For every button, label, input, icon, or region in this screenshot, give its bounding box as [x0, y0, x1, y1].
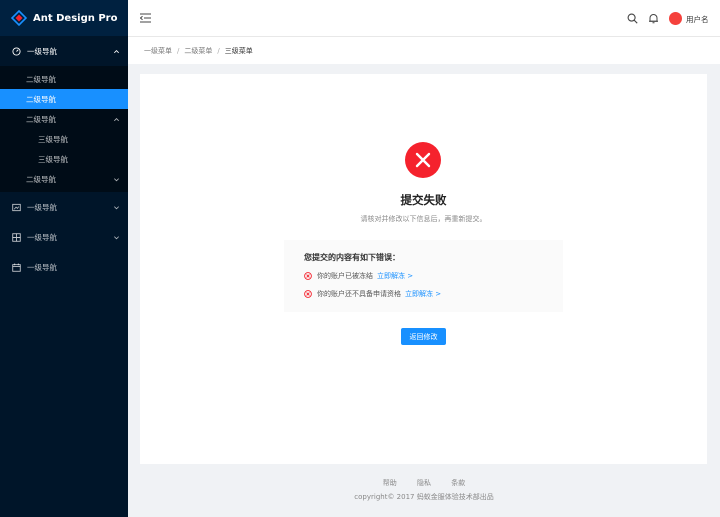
sidebar-item-level2-collapsed[interactable]: 二级导航 [0, 169, 128, 189]
error-circle-icon [304, 272, 312, 280]
sidebar-item-label: 一级导航 [27, 232, 57, 242]
error-text: 你的账户已被冻结 [317, 272, 373, 280]
chevron-down-icon [114, 205, 119, 209]
form-icon [12, 203, 21, 211]
username[interactable]: 用户名 [686, 14, 709, 25]
breadcrumb-separator: / [217, 46, 220, 55]
calendar-icon [12, 262, 21, 272]
sidebar: Ant Design Pro 一级导航 二级导航 二级导航 二级导航 三级导航 … [0, 0, 128, 517]
sidebar-item-label: 三级导航 [38, 154, 68, 164]
unfreeze-link[interactable]: 立即解冻 > [377, 271, 413, 281]
sidebar-item-label: 一级导航 [27, 202, 57, 212]
sidebar-item-label: 二级导航 [26, 114, 56, 124]
close-circle-icon [405, 142, 441, 178]
error-details-title: 您提交的内容有如下错误： [304, 253, 400, 262]
breadcrumb-separator: / [177, 46, 180, 55]
bell-icon[interactable] [648, 13, 659, 24]
breadcrumb-item[interactable]: 一级菜单 [144, 46, 172, 56]
sidebar-item-level1-table[interactable]: 一级导航 [0, 222, 128, 252]
error-details: 您提交的内容有如下错误： 你的账户已被冻结 立即解冻 > 你的账户还不具备申请资… [284, 240, 563, 312]
sidebar-item-label: 二级导航 [26, 94, 56, 104]
breadcrumb-current: 三级菜单 [224, 46, 253, 55]
sidebar-item-level2-selected[interactable]: 二级导航 [0, 89, 128, 109]
result-description: 请核对并修改以下信息后，再重新提交。 [360, 215, 487, 223]
avatar[interactable] [669, 12, 682, 25]
footer-links: 帮助 隐私 条款 [128, 478, 720, 488]
ant-design-logo-icon [11, 10, 27, 26]
chevron-down-icon [114, 235, 119, 239]
footer-link-privacy[interactable]: 隐私 [417, 479, 431, 487]
sidebar-item-label: 一级导航 [27, 262, 57, 272]
unfreeze-link[interactable]: 立即解冻 > [405, 289, 441, 299]
chevron-up-icon [114, 117, 119, 121]
search-icon[interactable] [627, 13, 638, 24]
result-card: 提交失败 请核对并修改以下信息后，再重新提交。 您提交的内容有如下错误： 你的账… [140, 74, 707, 464]
sidebar-item-level3[interactable]: 三级导航 [0, 149, 128, 169]
menu-fold-icon[interactable] [140, 13, 151, 23]
sidebar-item-level1-form[interactable]: 一级导航 [0, 192, 128, 222]
error-text: 你的账户还不具备申请资格 [317, 290, 401, 298]
copyright: copyright© 2017 蚂蚁金服体验技术部出品 [354, 493, 494, 501]
sidebar-item-level1-calendar[interactable]: 一级导航 [0, 252, 128, 282]
footer-link-help[interactable]: 帮助 [383, 479, 397, 487]
error-circle-icon [304, 290, 312, 298]
result-title: 提交失败 [400, 193, 447, 207]
logo[interactable]: Ant Design Pro [0, 0, 128, 36]
logo-text: Ant Design Pro [33, 12, 118, 24]
sidebar-item-label: 二级导航 [26, 174, 56, 184]
breadcrumb: 一级菜单 / 二级菜单 / 三级菜单 [128, 36, 720, 64]
sidebar-item-level3[interactable]: 三级导航 [0, 129, 128, 149]
dashboard-icon [12, 46, 21, 56]
sidebar-item-label: 一级导航 [27, 46, 57, 56]
chevron-down-icon [114, 177, 119, 181]
sidebar-item-level2[interactable]: 二级导航 [0, 69, 128, 89]
table-icon [12, 232, 21, 242]
error-item: 你的账户已被冻结 立即解冻 > [304, 271, 543, 281]
chevron-up-icon [114, 49, 119, 53]
back-to-edit-button[interactable]: 返回修改 [401, 328, 446, 345]
sidebar-item-level2-expanded[interactable]: 二级导航 [0, 109, 128, 129]
sidebar-item-label: 二级导航 [26, 74, 56, 84]
sidebar-item-label: 三级导航 [38, 134, 68, 144]
breadcrumb-item[interactable]: 二级菜单 [184, 46, 212, 56]
error-item: 你的账户还不具备申请资格 立即解冻 > [304, 289, 543, 299]
sidebar-item-level1-dashboard[interactable]: 一级导航 [0, 36, 128, 66]
top-header: 用户名 [128, 0, 720, 36]
footer-link-terms[interactable]: 条款 [451, 479, 465, 487]
submenu: 二级导航 二级导航 二级导航 三级导航 三级导航 二级导航 [0, 66, 128, 192]
